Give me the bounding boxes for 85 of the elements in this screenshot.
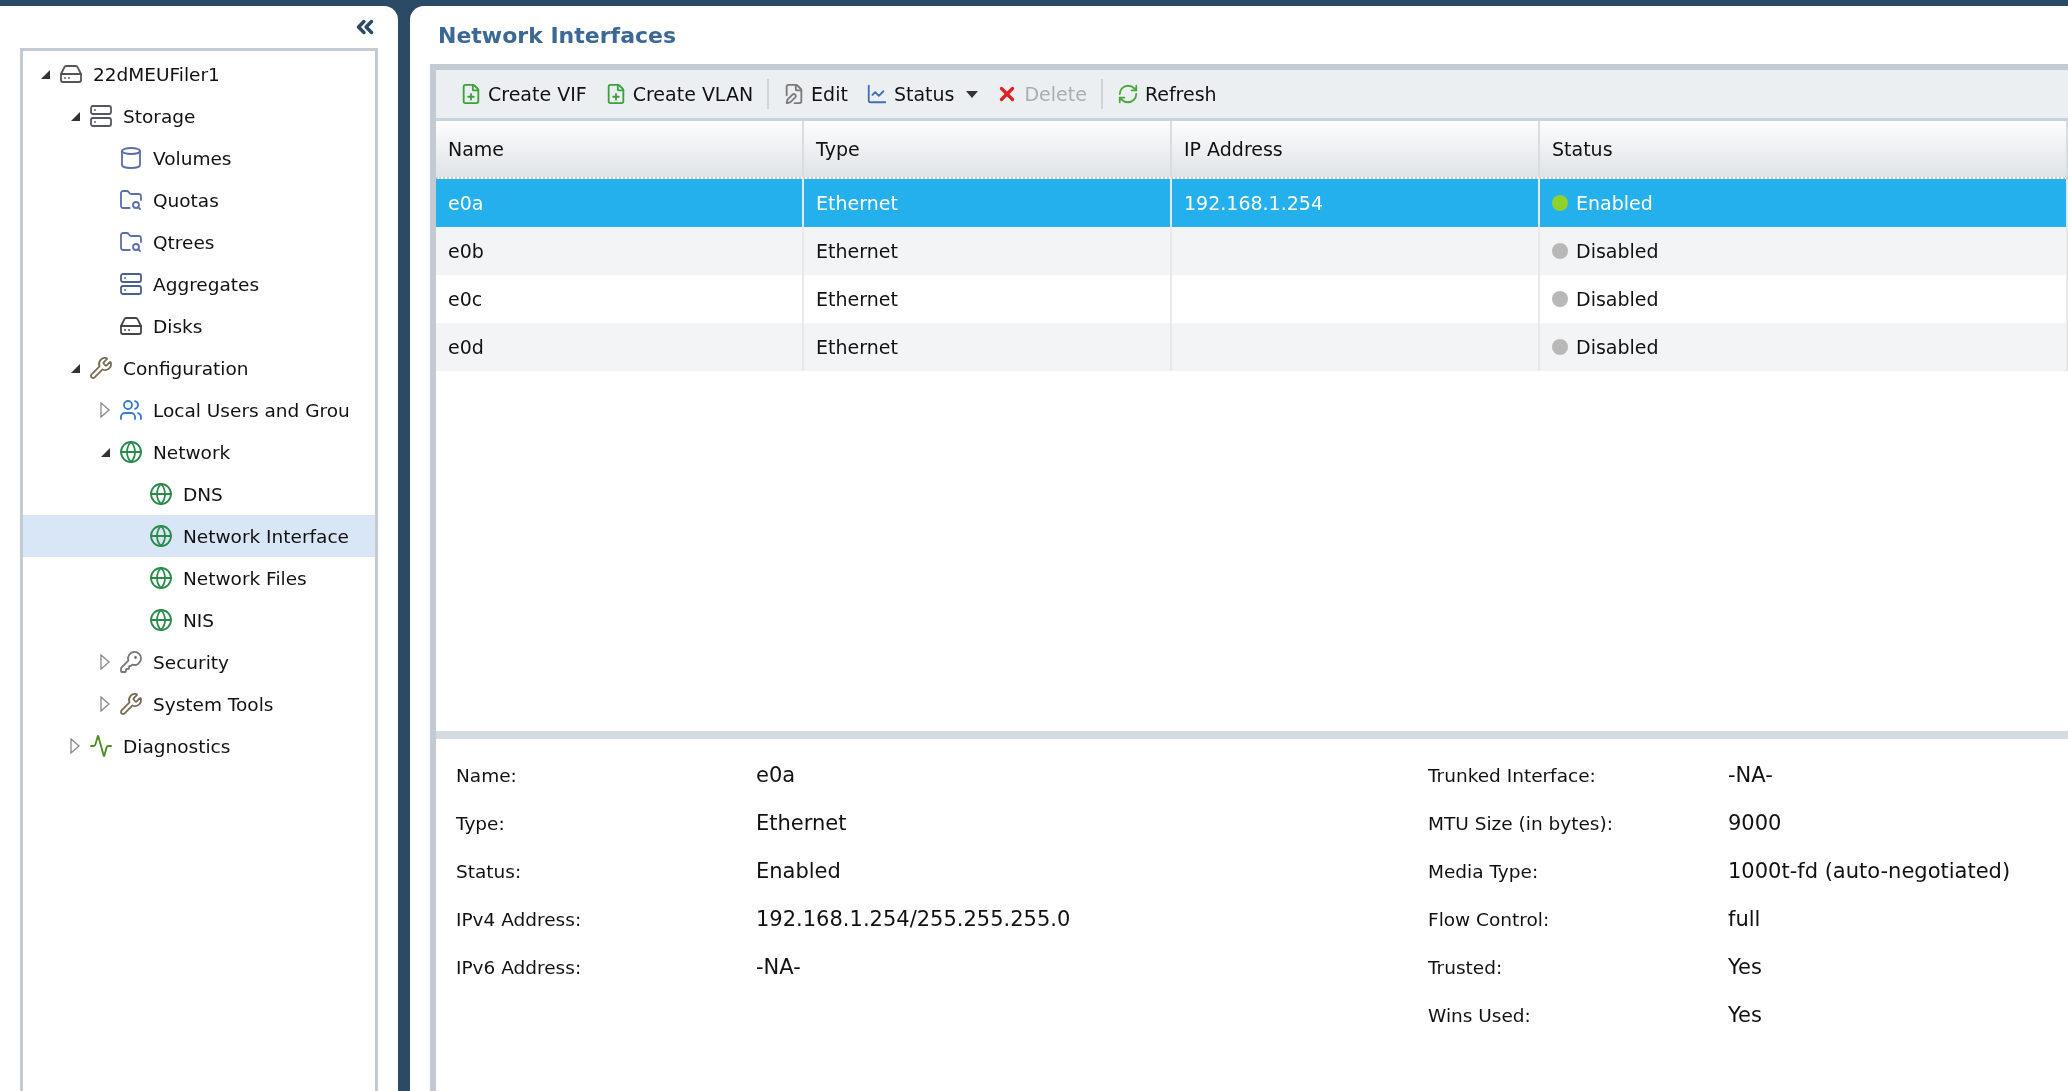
table-row[interactable]: e0b Ethernet Disabled [436, 227, 2068, 275]
tree-item[interactable]: Disks [23, 305, 375, 347]
tree-item[interactable]: Configuration [23, 347, 375, 389]
field-label: Trusted: [1428, 955, 1504, 980]
field-value: 192.168.1.254/255.255.255.0 [756, 906, 1072, 933]
users-icon [119, 398, 143, 422]
folder-icon [119, 230, 143, 254]
globe-icon [149, 482, 173, 506]
field-value: Enabled [756, 858, 842, 885]
field-value: Yes [1728, 954, 1763, 981]
tree-item[interactable]: Local Users and Grou [23, 389, 375, 431]
field-value: Ethernet [756, 810, 848, 837]
collapsed-arrow-icon[interactable] [100, 402, 110, 418]
field-value: Yes [1728, 1002, 1763, 1029]
toolbar-button[interactable]: Create VIF [454, 79, 593, 109]
status-text: Disabled [1576, 288, 1659, 310]
field-value: e0a [756, 762, 797, 789]
chart-icon [89, 734, 113, 758]
field-label: Name: [456, 763, 518, 788]
tree-item[interactable]: NIS [23, 599, 375, 641]
tree-item[interactable]: DNS [23, 473, 375, 515]
field-label: Media Type: [1428, 859, 1540, 884]
collapsed-arrow-icon[interactable] [100, 654, 110, 670]
field-label: MTU Size (in bytes): [1428, 811, 1614, 836]
table-cell: Ethernet [804, 323, 1172, 371]
collapsed-arrow-icon[interactable] [70, 738, 80, 754]
globe-icon [149, 524, 173, 548]
field-label: Status: [456, 859, 523, 884]
drive-icon [119, 314, 143, 338]
tree-item[interactable]: System Tools [23, 683, 375, 725]
status-text: Disabled [1576, 336, 1659, 358]
field-label: Wins Used: [1428, 1003, 1532, 1028]
tree-item[interactable]: Storage [23, 95, 375, 137]
tree-item[interactable]: Diagnostics [23, 725, 375, 767]
folder-icon [119, 188, 143, 212]
tree-item[interactable]: Network Interface [23, 515, 375, 557]
field-value: -NA- [756, 954, 802, 981]
table-cell: e0d [436, 323, 804, 371]
refresh-icon [1116, 83, 1139, 105]
toolbar-button[interactable]: Status [859, 79, 985, 109]
wrench-icon [89, 356, 113, 380]
field-label: IPv4 Address: [456, 907, 583, 932]
field-value: 9000 [1728, 810, 1783, 837]
tree-item[interactable]: 22dMEUFiler1 [23, 53, 375, 95]
field-label: Type: [456, 811, 506, 836]
expanded-arrow-icon[interactable] [69, 362, 81, 374]
expanded-arrow-icon[interactable] [39, 68, 51, 80]
wrench-icon [119, 692, 143, 716]
tree-item[interactable]: Network Files [23, 557, 375, 599]
column-header[interactable]: Type [804, 121, 1172, 177]
toolbar-button[interactable]: Edit [777, 79, 854, 109]
collapsed-arrow-icon[interactable] [100, 696, 110, 712]
key-icon [119, 650, 143, 674]
globe-icon [119, 440, 143, 464]
field-value: -NA- [1728, 762, 1774, 789]
column-header[interactable]: Status [1540, 121, 2068, 177]
expanded-arrow-icon[interactable] [69, 110, 81, 122]
globe-icon [149, 608, 173, 632]
field-label: Trunked Interface: [1428, 763, 1597, 788]
cylinder-icon [119, 146, 143, 170]
tree-item[interactable]: Volumes [23, 137, 375, 179]
tree-item[interactable]: Security [23, 641, 375, 683]
page-title: Network Interfaces [437, 21, 678, 50]
column-header[interactable]: Name [436, 121, 804, 177]
field-value: full [1728, 906, 1762, 933]
field-label: IPv6 Address: [456, 955, 583, 980]
table-row[interactable]: e0d Ethernet Disabled [436, 323, 2068, 371]
server-icon [119, 272, 143, 296]
file-plus-icon [460, 83, 482, 105]
tree-item[interactable]: Network [23, 431, 375, 473]
toolbar-button[interactable]: Refresh [1110, 79, 1223, 109]
server-icon [89, 104, 113, 128]
tree-item[interactable]: Quotas [23, 179, 375, 221]
tree-item[interactable]: Qtrees [23, 221, 375, 263]
status-text: Disabled [1576, 240, 1659, 262]
status-text: Enabled [1576, 192, 1653, 214]
chart-icon [865, 83, 888, 105]
field-label: Flow Control: [1428, 907, 1551, 932]
toolbar-button[interactable]: Create VLAN [598, 79, 760, 109]
field-value: 1000t-fd (auto-negotiated) [1728, 858, 2012, 885]
drive-icon [59, 62, 83, 86]
expanded-arrow-icon[interactable] [99, 446, 111, 458]
column-header[interactable]: IP Address [1172, 121, 1540, 177]
globe-icon [149, 566, 173, 590]
tree-item[interactable]: Aggregates [23, 263, 375, 305]
